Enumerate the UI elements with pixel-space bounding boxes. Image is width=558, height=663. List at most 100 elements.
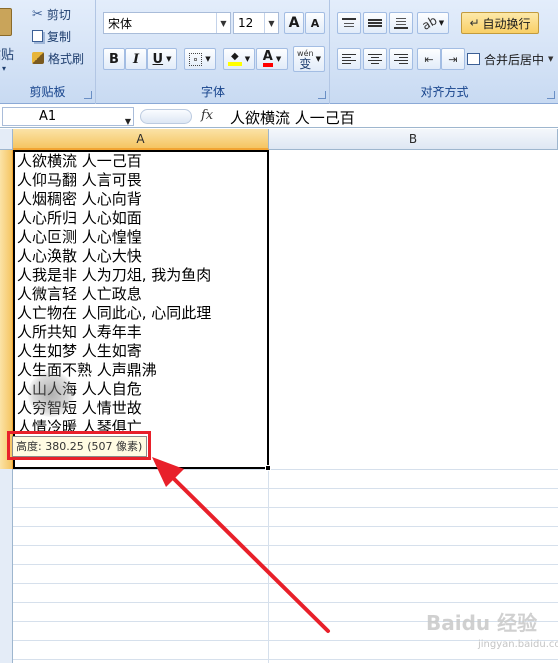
cut-label: 剪切 [46,7,71,22]
cell-line: 人仰马翻 人言可畏 [17,171,142,189]
font-color-button[interactable]: A ▼ [256,48,288,70]
cell-a1[interactable]: 人欲横流 人一己百 人仰马翻 人言可畏 人烟稠密 人心向背 人心所归 人心如面 … [13,150,269,469]
worksheet-grid[interactable]: A B 人欲横流 人一己百 人仰马翻 人言可畏 人烟稠密 人心向背 人心所归 人… [0,129,558,663]
watermark-logo: Baidu 经验 [426,611,538,635]
cell-line: 人烟稠密 人心向背 [17,190,142,208]
chevron-down-icon: ▼ [438,19,445,27]
format-painter-icon [32,52,44,64]
format-painter-button[interactable]: 格式刷 [32,48,84,68]
fx-icon[interactable]: fx [201,108,213,123]
cut-button[interactable]: ✂ 剪切 [32,4,71,24]
phonetic-icon: wén 变 [297,49,314,71]
decrease-indent-button[interactable]: ⇤ [417,48,441,70]
phonetic-button[interactable]: wén 变 ▼ [293,46,325,72]
shrink-font-button[interactable]: A [305,12,325,34]
formula-bar: A1 ▼ fx 人欲横流 人一己百 [0,105,558,128]
copy-icon [32,30,43,42]
watermark-url: jingyan.baidu.com [478,639,558,650]
font-size-combo[interactable]: 12 ▼ [233,12,279,34]
gridline [13,469,558,470]
font-name-value: 宋体 [108,16,133,31]
align-left-icon [342,53,356,65]
font-name-combo[interactable]: 宋体 ▼ [103,12,231,34]
font-size-value: 12 [238,16,254,30]
merge-center-label: 合并后居中 [484,52,545,67]
fill-color-icon: ◆ [227,52,242,66]
clipboard-launcher-icon[interactable] [84,91,92,99]
merge-center-icon [467,53,480,65]
gridline [13,583,558,584]
formula-bar-splitter[interactable] [140,109,192,124]
alignment-launcher-icon[interactable] [547,91,555,99]
grow-font-icon: A [288,15,300,31]
orientation-button[interactable]: ab ▼ [417,12,449,34]
wrap-text-button[interactable]: ↵ 自动换行 [461,12,539,34]
align-right-icon [394,53,408,65]
decrease-indent-icon: ⇤ [424,52,434,66]
chevron-down-icon[interactable]: ▼ [548,55,553,63]
chevron-down-icon[interactable]: ▼ [216,13,230,33]
border-button[interactable]: ▼ [184,48,216,70]
alignment-group: ab ▼ ↵ 自动换行 ⇤ ⇥ 合并后居中 ▼ 对齐方式 [331,0,558,104]
chevron-down-icon: ▼ [244,55,251,63]
align-middle-icon [368,19,382,27]
shrink-font-icon: A [310,16,320,30]
increase-indent-button[interactable]: ⇥ [441,48,465,70]
cell-line: 人所共知 人寿年丰 [17,323,142,341]
grow-font-button[interactable]: A [284,12,304,34]
name-box-value: A1 [39,109,57,124]
column-header-a[interactable]: A [13,129,269,150]
increase-indent-icon: ⇥ [448,52,458,66]
cell-line: 人心所归 人心如面 [17,209,142,227]
cell-line: 人微言轻 人亡政息 [17,285,142,303]
align-right-button[interactable] [389,48,413,70]
chevron-down-icon[interactable]: ▼ [125,113,131,130]
chevron-down-icon: ▾ [2,64,7,73]
bold-button[interactable]: B [103,48,125,70]
copy-button[interactable]: 复制 [32,26,71,46]
align-top-button[interactable] [337,12,361,34]
gridline [13,488,558,489]
font-group: 宋体 ▼ 12 ▼ A A B I U ▼ ▼ ◆ ▼ A ▼ wén 变 ▼ … [97,0,330,104]
font-color-icon: A [262,50,273,67]
name-box[interactable]: A1 ▼ [2,107,134,126]
align-center-button[interactable] [363,48,387,70]
paste-button[interactable]: 粘贴 ▾ [0,4,24,74]
mouse-cursor-highlight [28,371,74,417]
align-left-button[interactable] [337,48,361,70]
cell-line: 人我是非 人为刀俎, 我为鱼肉 [17,266,212,284]
bold-icon: B [109,51,119,67]
align-bottom-button[interactable] [389,12,413,34]
fill-color-button[interactable]: ◆ ▼ [223,48,255,70]
chevron-down-icon: ▼ [275,55,282,63]
italic-icon: I [132,51,140,67]
copy-label: 复制 [47,29,72,44]
align-center-icon [368,53,382,65]
gridline [13,640,558,641]
cell-line: 人生如梦 人生如寄 [17,342,142,360]
orientation-icon: ab [419,13,440,33]
underline-button[interactable]: U ▼ [147,48,177,70]
fill-handle[interactable] [265,465,271,471]
align-top-icon [342,17,356,29]
formula-content[interactable]: 人欲横流 人一己百 [230,107,355,128]
gridline [13,545,558,546]
wrap-text-label: 自动换行 [482,16,531,31]
alignment-group-label: 对齐方式 [420,85,469,99]
merge-center-button[interactable]: 合并后居中 ▼ [467,49,553,69]
column-header-b[interactable]: B [269,129,558,150]
chevron-down-icon[interactable]: ▼ [264,13,278,33]
row-header-1[interactable] [0,150,13,469]
cell-line: 人欲横流 人一己百 [17,152,142,170]
font-launcher-icon[interactable] [318,91,326,99]
italic-button[interactable]: I [125,48,147,70]
paste-icon [0,8,12,36]
align-middle-button[interactable] [363,12,387,34]
cell-line: 人心叵测 人心惶惶 [17,228,142,246]
paste-label: 粘贴 [0,48,15,63]
align-bottom-icon [394,17,408,29]
clipboard-group-label: 剪贴板 [29,85,66,99]
phonetic-char: 变 [299,57,312,71]
underline-icon: U [152,51,164,67]
select-all-corner[interactable] [0,129,13,150]
